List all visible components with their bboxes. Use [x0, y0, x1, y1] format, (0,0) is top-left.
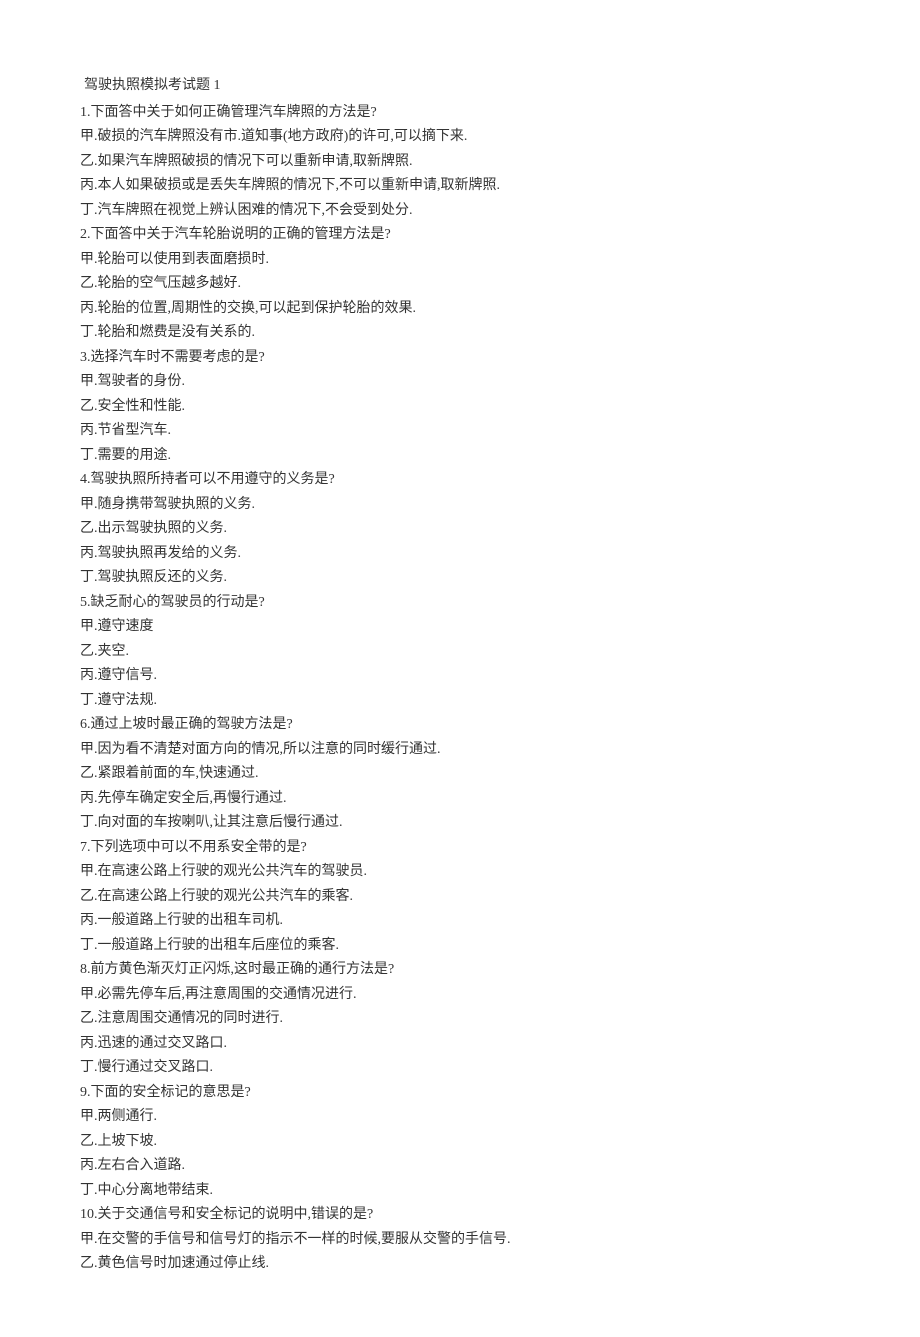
text-line: 7.下列选项中可以不用系安全带的是? — [80, 836, 840, 861]
text-line: 8.前方黄色渐灭灯正闪烁,这时最正确的通行方法是? — [80, 958, 840, 983]
text-line: 甲.在交警的手信号和信号灯的指示不一样的时候,要服从交警的手信号. — [80, 1228, 840, 1253]
text-line: 1.下面答中关于如何正确管理汽车牌照的方法是? — [80, 101, 840, 126]
text-line: 乙.夹空. — [80, 640, 840, 665]
text-line: 甲.轮胎可以使用到表面磨损时. — [80, 248, 840, 273]
text-line: 乙.如果汽车牌照破损的情况下可以重新申请,取新牌照. — [80, 150, 840, 175]
text-line: 乙.安全性和性能. — [80, 395, 840, 420]
text-line: 甲.遵守速度 — [80, 615, 840, 640]
text-line: 甲.破损的汽车牌照没有市.道知事(地方政府)的许可,可以摘下来. — [80, 125, 840, 150]
text-line: 6.通过上坡时最正确的驾驶方法是? — [80, 713, 840, 738]
text-line: 甲.必需先停车后,再注意周围的交通情况进行. — [80, 983, 840, 1008]
text-line: 乙.出示驾驶执照的义务. — [80, 517, 840, 542]
text-line: 丁.中心分离地带结束. — [80, 1179, 840, 1204]
text-line: 丁.慢行通过交叉路口. — [80, 1056, 840, 1081]
text-line: 甲.在高速公路上行驶的观光公共汽车的驾驶员. — [80, 860, 840, 885]
text-line: 乙.在高速公路上行驶的观光公共汽车的乘客. — [80, 885, 840, 910]
text-line: 乙.注意周围交通情况的同时进行. — [80, 1007, 840, 1032]
document-title: 驾驶执照模拟考试题 1 — [80, 74, 840, 99]
text-line: 丙.驾驶执照再发给的义务. — [80, 542, 840, 567]
text-line: 丁.需要的用途. — [80, 444, 840, 469]
document-body: 1.下面答中关于如何正确管理汽车牌照的方法是?甲.破损的汽车牌照没有市.道知事(… — [80, 101, 840, 1277]
text-line: 丁.遵守法规. — [80, 689, 840, 714]
text-line: 丙.左右合入道路. — [80, 1154, 840, 1179]
text-line: 5.缺乏耐心的驾驶员的行动是? — [80, 591, 840, 616]
text-line: 3.选择汽车时不需要考虑的是? — [80, 346, 840, 371]
text-line: 丙.迅速的通过交叉路口. — [80, 1032, 840, 1057]
text-line: 丙.一般道路上行驶的出租车司机. — [80, 909, 840, 934]
text-line: 甲.两侧通行. — [80, 1105, 840, 1130]
text-line: 丙.本人如果破损或是丢失车牌照的情况下,不可以重新申请,取新牌照. — [80, 174, 840, 199]
text-line: 丙.遵守信号. — [80, 664, 840, 689]
text-line: 丁.向对面的车按喇叭,让其注意后慢行通过. — [80, 811, 840, 836]
text-line: 2.下面答中关于汽车轮胎说明的正确的管理方法是? — [80, 223, 840, 248]
text-line: 丁.一般道路上行驶的出租车后座位的乘客. — [80, 934, 840, 959]
text-line: 丁.轮胎和燃费是没有关系的. — [80, 321, 840, 346]
text-line: 丙.先停车确定安全后,再慢行通过. — [80, 787, 840, 812]
text-line: 甲.驾驶者的身份. — [80, 370, 840, 395]
text-line: 甲.因为看不清楚对面方向的情况,所以注意的同时缓行通过. — [80, 738, 840, 763]
text-line: 丙.节省型汽车. — [80, 419, 840, 444]
text-line: 乙.黄色信号时加速通过停止线. — [80, 1252, 840, 1277]
text-line: 10.关于交通信号和安全标记的说明中,错误的是? — [80, 1203, 840, 1228]
text-line: 丙.轮胎的位置,周期性的交换,可以起到保护轮胎的效果. — [80, 297, 840, 322]
text-line: 4.驾驶执照所持者可以不用遵守的义务是? — [80, 468, 840, 493]
text-line: 乙.轮胎的空气压越多越好. — [80, 272, 840, 297]
text-line: 乙.紧跟着前面的车,快速通过. — [80, 762, 840, 787]
text-line: 丁.驾驶执照反还的义务. — [80, 566, 840, 591]
text-line: 9.下面的安全标记的意思是? — [80, 1081, 840, 1106]
text-line: 丁.汽车牌照在视觉上辨认困难的情况下,不会受到处分. — [80, 199, 840, 224]
text-line: 甲.随身携带驾驶执照的义务. — [80, 493, 840, 518]
text-line: 乙.上坡下坡. — [80, 1130, 840, 1155]
